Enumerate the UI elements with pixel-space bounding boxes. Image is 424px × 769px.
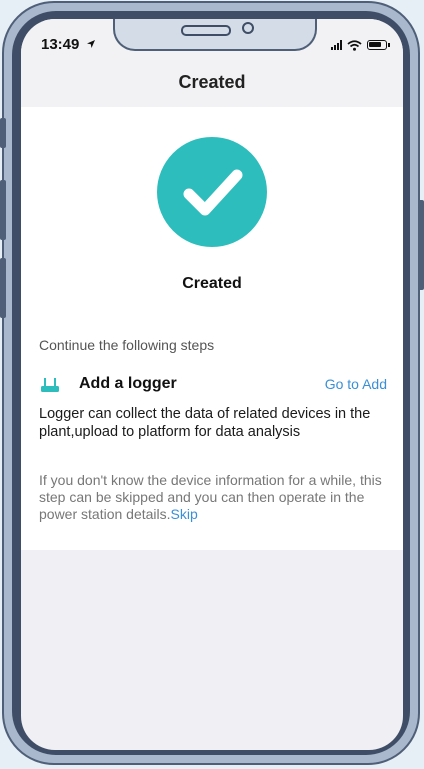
volume-up-button bbox=[0, 180, 6, 240]
checkmark-icon bbox=[183, 169, 243, 216]
mute-switch bbox=[0, 118, 6, 148]
result-panel: Created Continue the following steps Add… bbox=[21, 107, 403, 550]
location-arrow-icon bbox=[86, 40, 95, 48]
volume-down-button bbox=[0, 258, 6, 318]
skip-link[interactable]: Skip bbox=[171, 506, 198, 522]
power-button bbox=[418, 200, 424, 290]
battery-icon bbox=[367, 40, 390, 50]
front-camera bbox=[242, 22, 254, 34]
skip-note-text: If you don't know the device information… bbox=[39, 472, 382, 522]
logger-icon bbox=[41, 378, 59, 392]
steps-intro: Continue the following steps bbox=[39, 337, 215, 353]
cellular-signal-icon bbox=[331, 40, 342, 50]
speaker-grille bbox=[181, 25, 231, 36]
time-label: 13:49 bbox=[41, 36, 80, 53]
success-title: Created bbox=[182, 275, 242, 292]
logger-step-title: Add a logger bbox=[79, 375, 177, 392]
status-icons bbox=[331, 38, 390, 52]
skip-note: If you don't know the device information… bbox=[39, 472, 389, 523]
phone-screen: 13:49 Created Created Continue the follo… bbox=[21, 19, 403, 750]
wifi-icon bbox=[347, 39, 362, 51]
success-icon bbox=[157, 137, 267, 247]
status-bar: 13:49 bbox=[21, 19, 403, 69]
nav-bar: Created bbox=[21, 69, 403, 107]
logger-step-description: Logger can collect the data of related d… bbox=[39, 406, 371, 440]
logger-step-header: Add a logger Go to Add bbox=[39, 375, 387, 395]
status-time: 13:49 bbox=[41, 36, 96, 53]
go-to-add-link[interactable]: Go to Add bbox=[325, 376, 387, 392]
page-title: Created bbox=[178, 72, 246, 92]
notch bbox=[113, 19, 317, 51]
